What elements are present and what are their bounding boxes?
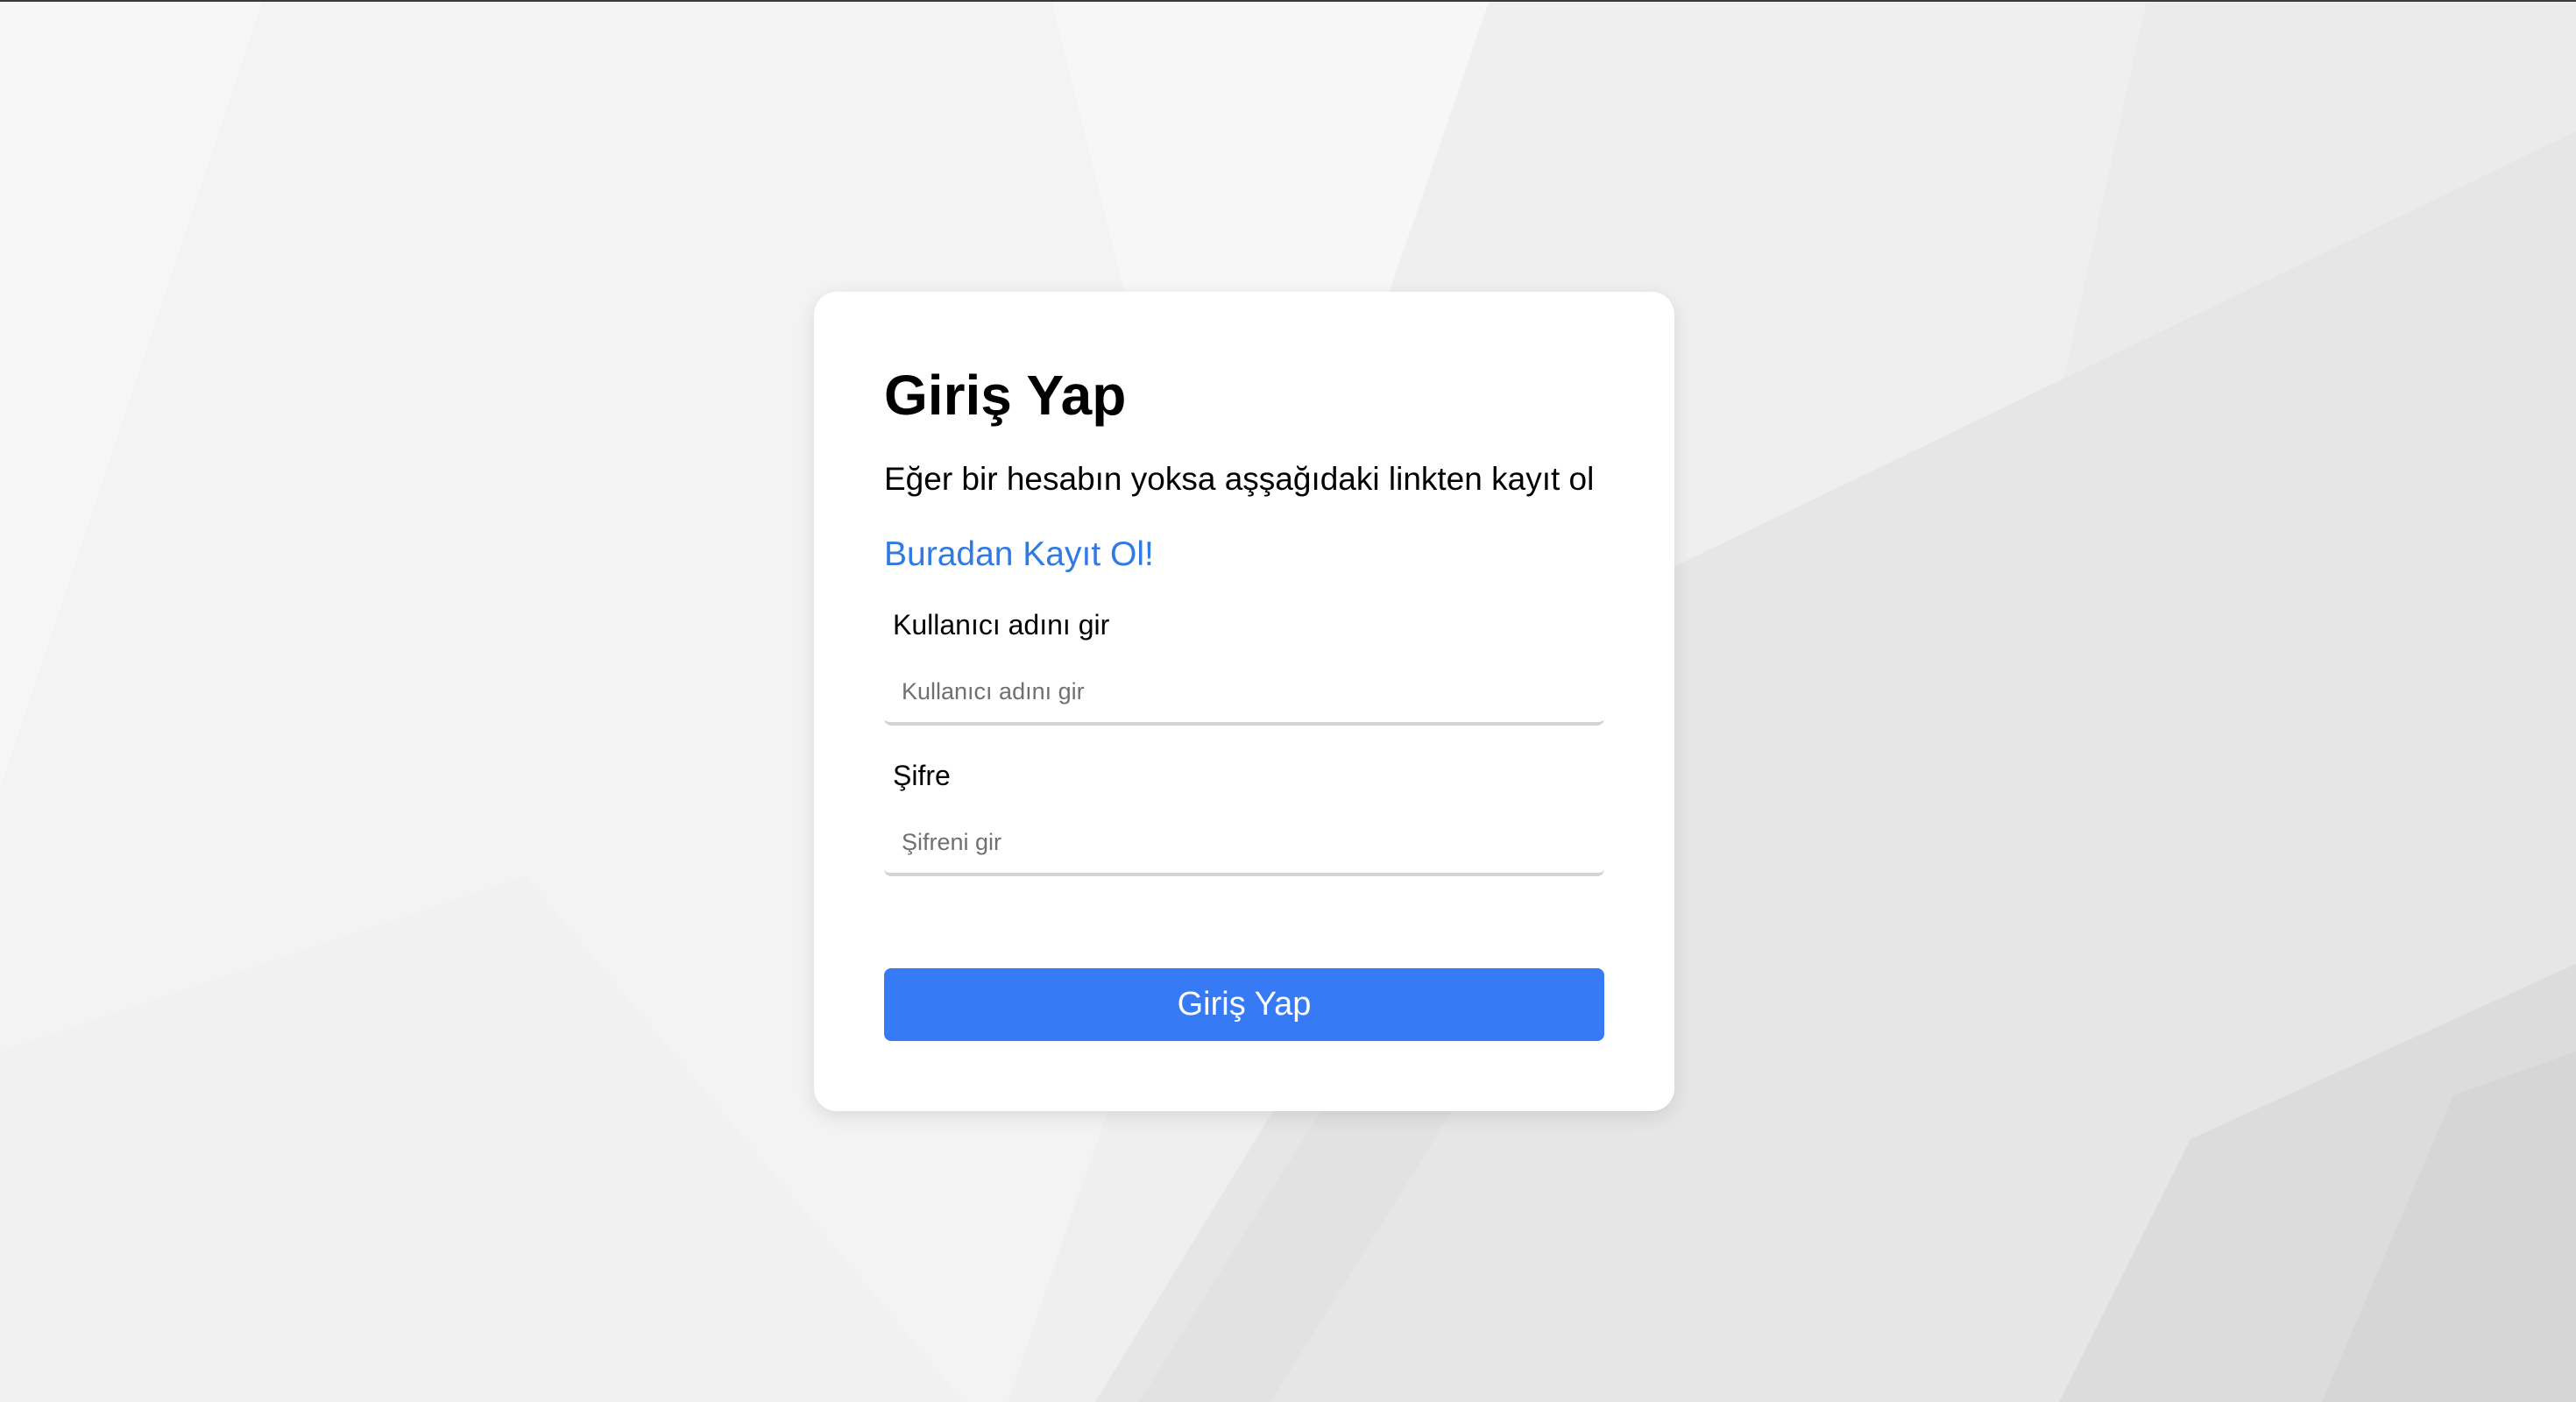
username-label: Kullanıcı adını gir: [893, 609, 1110, 641]
username-input[interactable]: [884, 661, 1604, 726]
register-link[interactable]: Buradan Kayıt Ol!: [884, 535, 1154, 574]
page-title: Giriş Yap: [884, 364, 1127, 427]
window-top-border: [0, 0, 2576, 2]
register-prompt-text: Eğer bir hesabın yoksa aşşağıdaki linkte…: [884, 461, 1595, 497]
password-input[interactable]: [884, 811, 1604, 876]
login-button[interactable]: Giriş Yap: [884, 968, 1604, 1041]
login-card: Giriş Yap Eğer bir hesabın yoksa aşşağıd…: [814, 292, 1674, 1111]
password-label: Şifre: [893, 760, 951, 791]
